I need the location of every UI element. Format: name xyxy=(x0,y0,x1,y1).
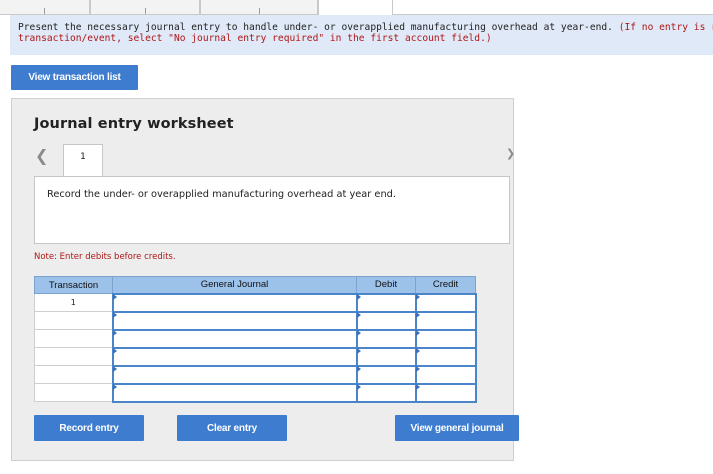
transaction-header: Transaction xyxy=(34,276,113,294)
credit-input[interactable] xyxy=(414,364,477,385)
worksheet-page-tab-1[interactable]: 1 xyxy=(63,144,103,176)
credit-input[interactable] xyxy=(414,382,477,403)
question-tab-4[interactable] xyxy=(318,0,393,16)
account-input[interactable] xyxy=(111,328,358,349)
question-tab-1[interactable] xyxy=(0,0,90,15)
debits-note: Note: Enter debits before credits. xyxy=(34,252,176,262)
view-general-journal-button[interactable]: View general journal xyxy=(395,415,519,441)
clear-entry-button[interactable]: Clear entry xyxy=(177,415,287,441)
debit-input[interactable] xyxy=(355,382,417,403)
journal-entry-worksheet: Journal entry worksheet ❮ 1 ❯ Record the… xyxy=(11,98,519,461)
transaction-cell xyxy=(34,383,113,402)
worksheet-title: Journal entry worksheet xyxy=(34,116,234,132)
debit-input[interactable] xyxy=(355,310,417,331)
transaction-cell xyxy=(34,365,113,384)
journal-table: Transaction General Journal Debit Credit… xyxy=(34,276,477,403)
credit-input[interactable] xyxy=(414,310,477,331)
entry-description: Record the under- or overapplied manufac… xyxy=(34,176,510,244)
debit-header: Debit xyxy=(356,276,416,294)
credit-input[interactable] xyxy=(414,346,477,367)
chevron-right-icon[interactable]: ❯ xyxy=(506,147,515,160)
view-transaction-list-button[interactable]: View transaction list xyxy=(11,65,138,90)
account-input[interactable] xyxy=(111,310,358,331)
account-input[interactable] xyxy=(111,346,358,367)
credit-header: Credit xyxy=(415,276,476,294)
credit-input[interactable] xyxy=(414,292,477,313)
transaction-cell xyxy=(34,329,113,348)
account-input[interactable] xyxy=(111,382,358,403)
table-row xyxy=(34,328,477,349)
question-tab-3[interactable] xyxy=(200,0,318,15)
general-journal-header: General Journal xyxy=(112,276,357,294)
record-entry-button[interactable]: Record entry xyxy=(34,415,144,441)
debit-input[interactable] xyxy=(355,364,417,385)
table-row xyxy=(34,364,477,385)
credit-input[interactable] xyxy=(414,328,477,349)
transaction-cell: 1 xyxy=(34,293,113,312)
account-input[interactable] xyxy=(111,364,358,385)
transaction-cell xyxy=(34,311,113,330)
debit-input[interactable] xyxy=(355,292,417,313)
transaction-cell xyxy=(34,347,113,366)
table-row xyxy=(34,346,477,367)
chevron-left-icon[interactable]: ❮ xyxy=(35,146,48,165)
question-tabs xyxy=(0,0,713,16)
account-input[interactable] xyxy=(111,292,358,313)
instruction-text: Present the necessary journal entry to h… xyxy=(18,22,619,33)
question-tab-2[interactable] xyxy=(90,0,200,15)
instruction-banner: Present the necessary journal entry to h… xyxy=(10,15,713,55)
debit-input[interactable] xyxy=(355,346,417,367)
instruction-note-cont: transaction/event, select "No journal en… xyxy=(18,33,492,44)
debit-input[interactable] xyxy=(355,328,417,349)
table-row: 1 xyxy=(34,292,477,313)
table-row xyxy=(34,310,477,331)
instruction-note: (If no entry is required fo xyxy=(618,22,713,33)
table-row xyxy=(34,382,477,403)
